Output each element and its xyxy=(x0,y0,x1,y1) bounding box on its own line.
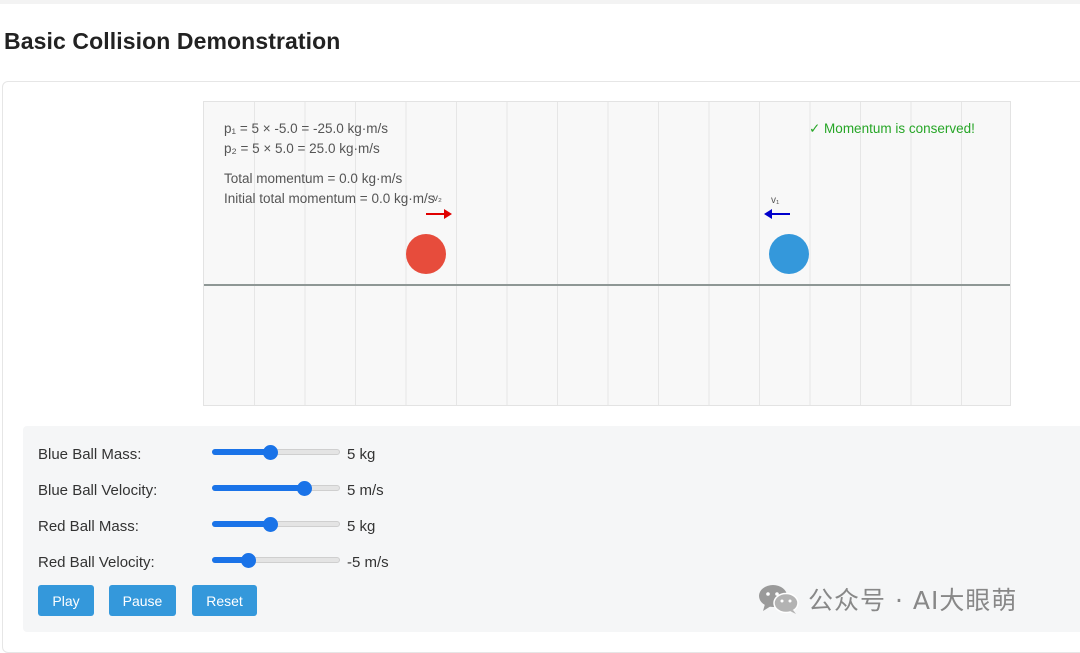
slider-fill xyxy=(212,449,270,455)
simulation-canvas: p₁ = 5 × -5.0 = -25.0 kg·m/s p₂ = 5 × 5.… xyxy=(203,101,1011,406)
blue-mass-row: Blue Ball Mass: 5 kg xyxy=(38,443,638,467)
play-button[interactable]: Play xyxy=(38,585,94,616)
blue-velocity-label: v₁ xyxy=(771,195,780,206)
momentum-p1-text: p₁ = 5 × -5.0 = -25.0 kg·m/s xyxy=(224,121,388,136)
slider-fill xyxy=(212,485,304,491)
top-strip xyxy=(0,0,1080,4)
blue-ball xyxy=(769,234,809,274)
red-velocity-label: Red Ball Velocity: xyxy=(38,554,155,571)
slider-thumb[interactable] xyxy=(241,553,256,568)
page-title: Basic Collision Demonstration xyxy=(4,28,341,54)
blue-velocity-value: 5 m/s xyxy=(347,482,384,499)
total-momentum-text: Total momentum = 0.0 kg·m/s xyxy=(224,171,402,186)
momentum-p2-text: p₂ = 5 × 5.0 = 25.0 kg·m/s xyxy=(224,141,380,156)
red-mass-row: Red Ball Mass: 5 kg xyxy=(38,515,638,539)
left-arrow-icon xyxy=(764,209,790,219)
reset-button[interactable]: Reset xyxy=(192,585,257,616)
slider-thumb[interactable] xyxy=(297,481,312,496)
blue-mass-slider[interactable] xyxy=(212,445,340,460)
blue-mass-value: 5 kg xyxy=(347,446,376,463)
red-velocity-value: -5 m/s xyxy=(347,554,389,571)
wechat-icon xyxy=(757,583,801,621)
red-velocity-row: Red Ball Velocity: -5 m/s xyxy=(38,551,638,575)
pause-button[interactable]: Pause xyxy=(109,585,176,616)
blue-velocity-slider[interactable] xyxy=(212,481,340,496)
slider-thumb[interactable] xyxy=(263,445,278,460)
momentum-conserved-text: ✓ Momentum is conserved! xyxy=(809,121,975,136)
red-ball xyxy=(406,234,446,274)
blue-mass-label: Blue Ball Mass: xyxy=(38,446,142,463)
red-mass-value: 5 kg xyxy=(347,518,376,535)
slider-thumb[interactable] xyxy=(263,517,278,532)
red-mass-slider[interactable] xyxy=(212,517,340,532)
red-mass-label: Red Ball Mass: xyxy=(38,518,139,535)
slider-fill xyxy=(212,521,270,527)
red-velocity-slider[interactable] xyxy=(212,553,340,568)
initial-momentum-text: Initial total momentum = 0.0 kg·m/s xyxy=(224,191,435,206)
simulation-svg: p₁ = 5 × -5.0 = -25.0 kg·m/s p₂ = 5 × 5.… xyxy=(204,102,1010,405)
watermark-text: 公众号 · AI大眼萌 xyxy=(808,586,1018,615)
blue-velocity-row: Blue Ball Velocity: 5 m/s xyxy=(38,479,638,503)
red-velocity-label: v₂ xyxy=(433,193,442,204)
right-arrow-icon xyxy=(426,209,452,219)
blue-velocity-label: Blue Ball Velocity: xyxy=(38,482,158,499)
